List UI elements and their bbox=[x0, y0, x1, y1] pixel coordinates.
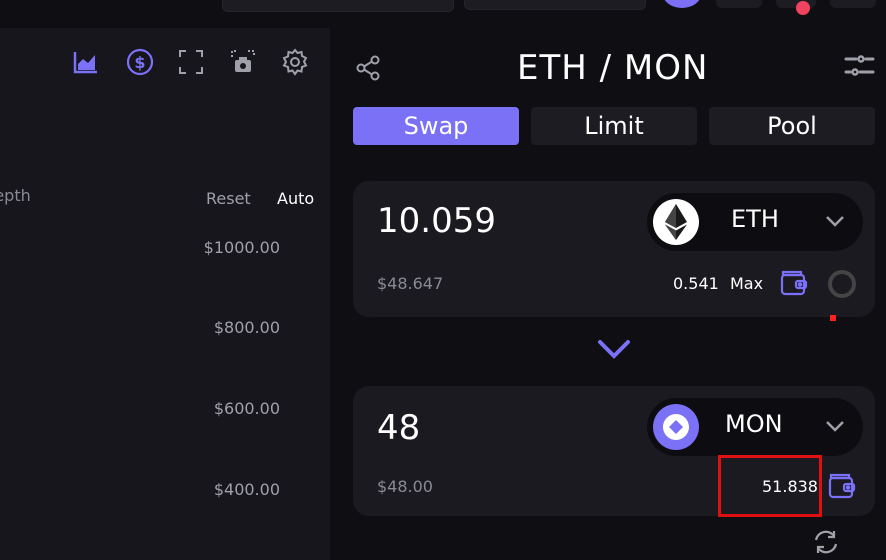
svg-text:$: $ bbox=[134, 53, 145, 72]
chevron-down-icon bbox=[823, 414, 847, 438]
price-level: $400.00 bbox=[213, 480, 280, 499]
red-marker bbox=[830, 315, 836, 321]
wallet-icon bbox=[827, 471, 857, 501]
tab-pool[interactable]: Pool bbox=[709, 107, 875, 145]
gear-icon[interactable] bbox=[281, 48, 309, 76]
depth-label: Depth bbox=[0, 186, 31, 205]
highlight-box bbox=[718, 455, 822, 517]
tab-swap[interactable]: Swap bbox=[353, 107, 519, 145]
from-usd-value: $48.647 bbox=[377, 274, 444, 293]
to-token-selector[interactable]: MON bbox=[647, 398, 863, 456]
chevron-down-icon bbox=[823, 209, 847, 233]
tab-limit[interactable]: Limit bbox=[531, 107, 697, 145]
auto-button[interactable]: Auto bbox=[277, 189, 314, 208]
nav-network-selector[interactable] bbox=[464, 0, 646, 10]
nav-button[interactable] bbox=[716, 0, 762, 8]
notification-badge bbox=[796, 1, 810, 15]
eth-icon bbox=[653, 199, 699, 245]
loading-spinner-icon bbox=[828, 270, 856, 298]
nav-menu-button[interactable] bbox=[830, 0, 876, 8]
to-amount-input[interactable]: 48 bbox=[377, 408, 420, 448]
screenshot-icon[interactable] bbox=[229, 48, 257, 76]
sliders-icon[interactable] bbox=[842, 52, 876, 80]
top-nav bbox=[0, 0, 886, 28]
fullscreen-icon[interactable] bbox=[177, 48, 205, 76]
to-token-name: MON bbox=[725, 410, 783, 438]
share-icon[interactable] bbox=[355, 54, 383, 82]
pair-title: ETH / MON bbox=[517, 48, 709, 88]
price-level: $1000.00 bbox=[203, 238, 280, 257]
nav-search-input[interactable] bbox=[222, 0, 454, 12]
price-level: $600.00 bbox=[213, 399, 280, 418]
dollar-icon[interactable]: $ bbox=[126, 48, 154, 76]
chart-icon[interactable] bbox=[72, 48, 100, 76]
wallet-icon bbox=[779, 268, 809, 298]
avatar[interactable] bbox=[662, 0, 702, 8]
from-token-name: ETH bbox=[731, 205, 779, 233]
from-balance: 0.541 bbox=[673, 274, 719, 293]
from-token-selector[interactable]: ETH bbox=[647, 193, 863, 251]
from-card: 10.059 $48.647 ETH 0.541 Max bbox=[353, 181, 875, 317]
chart-panel bbox=[0, 28, 330, 560]
to-usd-value: $48.00 bbox=[377, 477, 433, 496]
max-button[interactable]: Max bbox=[730, 274, 763, 293]
reset-button[interactable]: Reset bbox=[206, 189, 251, 208]
refresh-icon[interactable] bbox=[812, 528, 840, 556]
mon-icon bbox=[653, 404, 699, 450]
swap-direction-icon[interactable] bbox=[596, 336, 632, 364]
price-level: $800.00 bbox=[213, 318, 280, 337]
from-amount-input[interactable]: 10.059 bbox=[377, 201, 496, 241]
